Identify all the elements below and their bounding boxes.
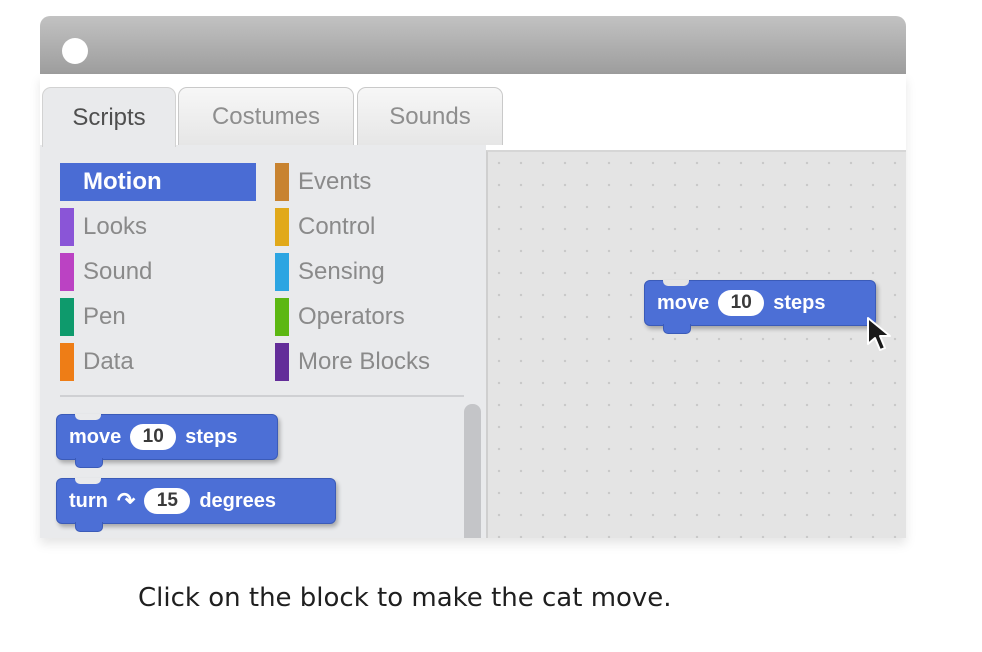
category-color-swatch bbox=[275, 343, 289, 381]
tab-scripts[interactable]: Scripts bbox=[42, 87, 176, 147]
palette-turn-block[interactable]: turn ↷ 15 degrees bbox=[56, 478, 336, 532]
category-label: Control bbox=[298, 213, 376, 240]
block-notch bbox=[75, 478, 101, 484]
script-area[interactable] bbox=[486, 150, 906, 538]
category-label: Operators bbox=[298, 303, 405, 330]
block-label-move: move bbox=[69, 425, 122, 448]
category-events[interactable]: Events bbox=[275, 163, 471, 201]
category-color-swatch bbox=[60, 163, 74, 201]
category-label: Pen bbox=[83, 303, 126, 330]
category-color-swatch bbox=[60, 343, 74, 381]
block-notch bbox=[75, 414, 101, 420]
category-motion[interactable]: Motion bbox=[60, 163, 256, 201]
steps-number-input[interactable]: 10 bbox=[718, 290, 765, 316]
category-label: More Blocks bbox=[298, 348, 431, 375]
category-color-swatch bbox=[60, 208, 74, 246]
category-color-swatch bbox=[275, 253, 289, 291]
script-move-block[interactable]: move 10 steps bbox=[644, 280, 876, 334]
category-label: Looks bbox=[83, 213, 148, 240]
category-label: Sound bbox=[83, 258, 153, 285]
block-label-turn: turn bbox=[69, 489, 108, 512]
category-operators[interactable]: Operators bbox=[275, 298, 471, 336]
block-label-degrees: degrees bbox=[199, 489, 277, 512]
category-pen[interactable]: Pen bbox=[60, 298, 256, 336]
category-label: Data bbox=[83, 348, 134, 375]
category-control[interactable]: Control bbox=[275, 208, 471, 246]
instruction-caption: Click on the block to make the cat move. bbox=[138, 583, 672, 613]
palette-scrollbar[interactable] bbox=[464, 404, 481, 538]
window-titlebar bbox=[40, 16, 906, 74]
block-label-steps: steps bbox=[185, 425, 238, 448]
degrees-number-input[interactable]: 15 bbox=[144, 488, 191, 514]
category-color-swatch bbox=[275, 163, 289, 201]
block-notch bbox=[663, 280, 689, 286]
mouse-pointer-icon bbox=[867, 317, 891, 351]
category-looks[interactable]: Looks bbox=[60, 208, 256, 246]
window-control-icon[interactable] bbox=[62, 38, 88, 64]
category-data[interactable]: Data bbox=[60, 343, 256, 381]
steps-number-input[interactable]: 10 bbox=[130, 424, 177, 450]
tab-costumes[interactable]: Costumes bbox=[178, 87, 354, 145]
category-label: Motion bbox=[83, 168, 162, 195]
block-label-move: move bbox=[657, 291, 710, 314]
tab-sounds[interactable]: Sounds bbox=[357, 87, 503, 145]
category-color-swatch bbox=[60, 298, 74, 336]
category-more-blocks[interactable]: More Blocks bbox=[275, 343, 471, 381]
block-label-steps: steps bbox=[773, 291, 826, 314]
category-sensing[interactable]: Sensing bbox=[275, 253, 471, 291]
category-color-swatch bbox=[275, 208, 289, 246]
category-label: Sensing bbox=[298, 258, 385, 285]
rotate-clockwise-icon: ↷ bbox=[116, 488, 136, 513]
palette-move-block[interactable]: move 10 steps bbox=[56, 414, 278, 468]
category-label: Events bbox=[298, 168, 372, 195]
palette-divider bbox=[60, 395, 464, 397]
category-sound[interactable]: Sound bbox=[60, 253, 256, 291]
category-color-swatch bbox=[60, 253, 74, 291]
category-color-swatch bbox=[275, 298, 289, 336]
